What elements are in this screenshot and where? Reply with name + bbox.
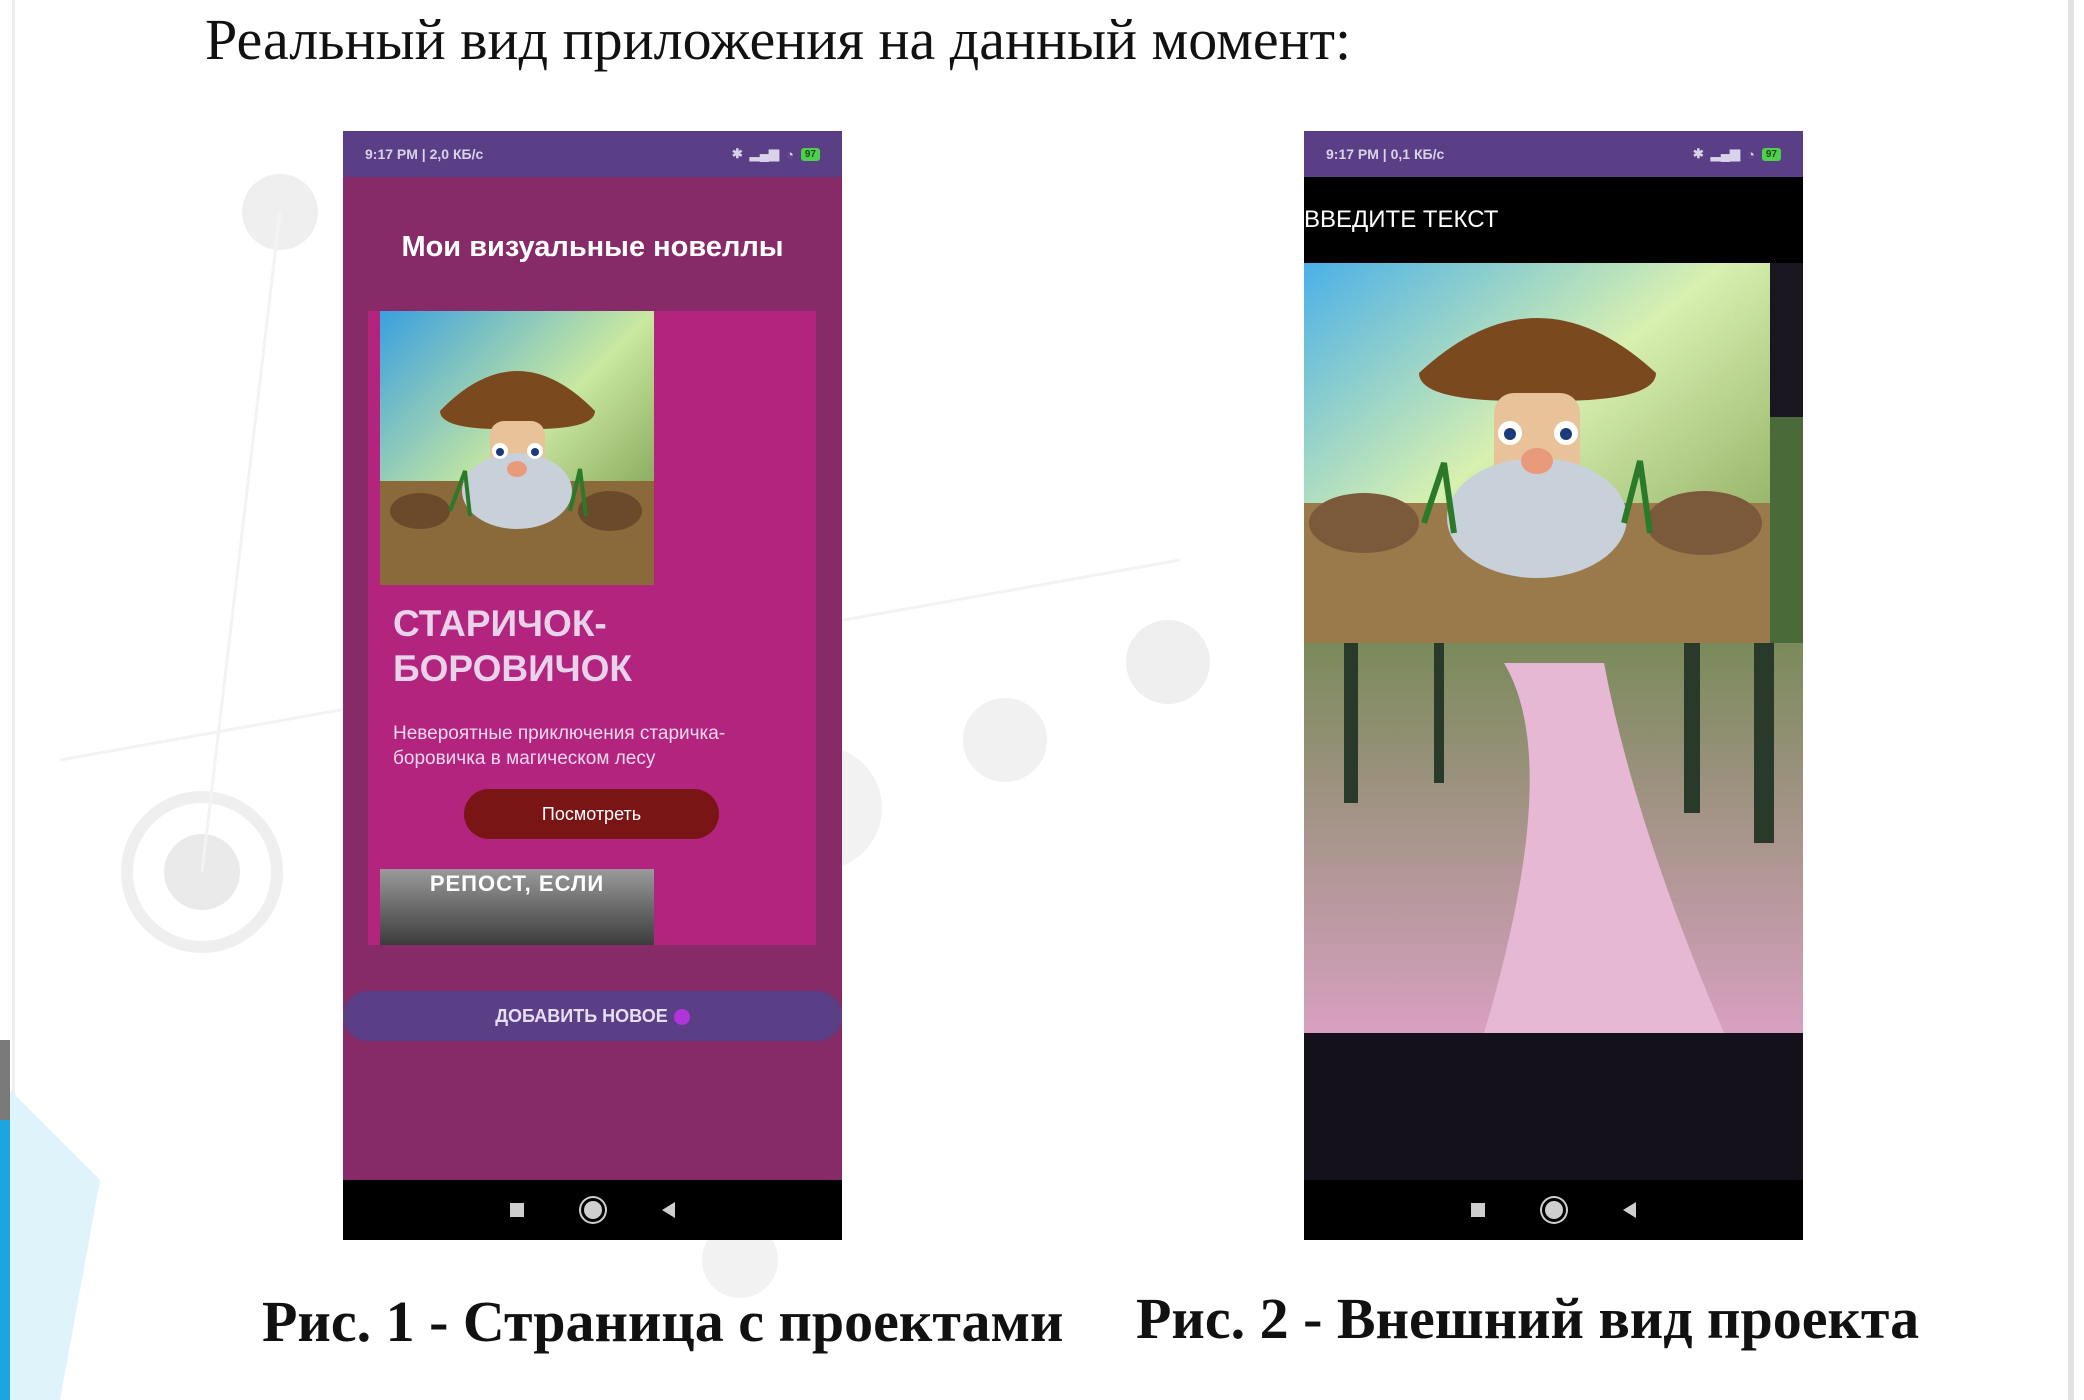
project-card[interactable]: СТАРИЧОК-БОРОВИЧОК Невероятные приключен…	[368, 311, 816, 945]
add-new-label: ДОБАВИТЬ НОВОЕ	[495, 1005, 668, 1026]
battery-icon: 97	[1761, 147, 1781, 161]
slide-title: Реальный вид приложения на данный момент…	[205, 7, 1352, 72]
status-bar: 9:17 PM | 2,0 КБ/с ✱ ▂▄▆ ◔ 97	[343, 131, 842, 177]
phone-screenshot-project-view: 9:17 PM | 0,1 КБ/с ✱ ▂▄▆ ◔ 97 ВВЕДИТЕ ТЕ…	[1304, 131, 1803, 1240]
android-nav-bar	[343, 1180, 842, 1240]
nav-home-icon[interactable]	[1545, 1201, 1563, 1219]
project-cover-image	[380, 311, 654, 585]
phone-screenshot-projects: 9:17 PM | 2,0 КБ/с ✱ ▂▄▆ ◔ 97 Мои визуал…	[343, 131, 842, 1240]
figure-caption-2: Рис. 2 - Внешний вид проекта	[1136, 1286, 1920, 1351]
figure-caption-1: Рис. 1 - Страница с проектами	[262, 1289, 1064, 1354]
status-bar: 9:17 PM | 0,1 КБ/с ✱ ▂▄▆ ◔ 97	[1304, 131, 1803, 177]
text-input-bar[interactable]: ВВЕДИТЕ ТЕКСТ	[1304, 177, 1803, 263]
status-time: 9:17 PM | 0,1 КБ/с	[1326, 146, 1445, 162]
nav-recents-icon[interactable]	[510, 1203, 524, 1217]
story-scene	[1304, 263, 1803, 1033]
wifi-icon: ◔	[786, 146, 794, 162]
android-nav-bar	[1304, 1180, 1803, 1240]
signal-icon: ▂▄▆	[749, 146, 780, 161]
status-time: 9:17 PM | 2,0 КБ/с	[365, 146, 484, 162]
wifi-icon: ◔	[1747, 146, 1755, 162]
devil-emoji-icon	[673, 1008, 690, 1025]
nav-home-icon[interactable]	[584, 1201, 602, 1219]
nav-back-icon[interactable]	[1623, 1202, 1636, 1218]
nav-recents-icon[interactable]	[1471, 1203, 1485, 1217]
project-cover-image-2: РЕПОСТ, ЕСЛИ	[380, 869, 654, 945]
bluetooth-icon: ✱	[731, 146, 743, 161]
bluetooth-icon: ✱	[1692, 146, 1704, 161]
page-title: Мои визуальные новеллы	[401, 231, 784, 263]
add-new-button[interactable]: ДОБАВИТЬ НОВОЕ	[343, 991, 842, 1041]
project-description: Невероятные приключения старичка-борович…	[393, 723, 726, 769]
battery-icon: 97	[800, 147, 820, 161]
nav-back-icon[interactable]	[662, 1202, 675, 1218]
signal-icon: ▂▄▆	[1710, 146, 1741, 161]
meme-caption: РЕПОСТ, ЕСЛИ	[429, 871, 605, 896]
project-title: СТАРИЧОК-БОРОВИЧОК	[393, 603, 633, 689]
view-button[interactable]: Посмотреть	[464, 789, 719, 839]
